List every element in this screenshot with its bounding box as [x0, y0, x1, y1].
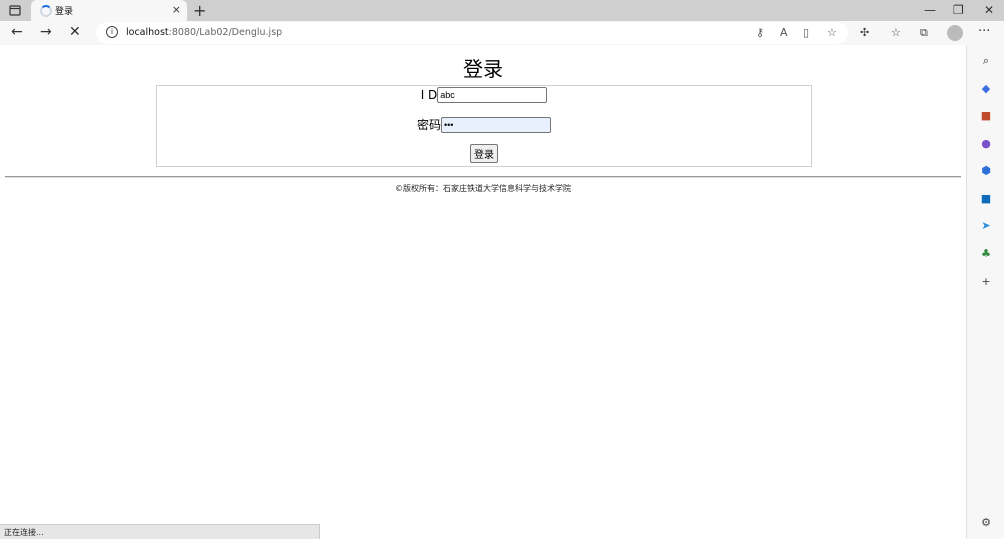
key-icon[interactable]: ⚷	[756, 26, 764, 39]
minimize-icon[interactable]: —	[924, 3, 936, 17]
tab-strip: 登录 × + — ❐ ✕	[0, 0, 1004, 21]
extensions-icon[interactable]: ✣	[860, 26, 869, 39]
favorites-icon[interactable]: ☆	[891, 26, 901, 39]
tab-active[interactable]: 登录 ×	[31, 0, 187, 21]
forward-icon[interactable]: →	[40, 24, 52, 40]
add-icon[interactable]: +	[979, 275, 993, 289]
office-icon[interactable]: ⬢	[979, 164, 993, 178]
split-screen-icon[interactable]: ▯	[803, 26, 809, 39]
person-icon[interactable]: ●	[979, 137, 993, 151]
copyright-text: ©版权所有：石家庄铁道大学信息科学与技术学院	[395, 184, 571, 193]
outlook-icon[interactable]: ■	[979, 192, 993, 206]
restore-icon[interactable]: ❐	[953, 3, 964, 17]
url-text[interactable]: localhost:8080/Lab02/Denglu.jsp	[126, 27, 282, 38]
stop-loading-icon[interactable]: ✕	[69, 24, 81, 40]
search-icon[interactable]: ⌕	[979, 54, 993, 68]
settings-icon[interactable]: ⚙	[979, 516, 993, 530]
new-tab-icon[interactable]: +	[193, 1, 206, 20]
page-content: 登录 I D 密码 登录 ©版权所有：石家庄铁道大学信息科学与技术学院	[0, 45, 966, 539]
button-row: 登录	[157, 144, 811, 163]
password-input[interactable]	[441, 116, 551, 133]
profile-avatar[interactable]	[947, 25, 963, 41]
tag-icon[interactable]: ◆	[979, 82, 993, 96]
briefcase-icon[interactable]: ■	[979, 109, 993, 123]
tree-icon[interactable]: ♣	[979, 247, 993, 261]
id-row: I D	[157, 87, 811, 103]
password-label: 密码	[416, 118, 441, 132]
collections-icon[interactable]: ⧉	[920, 26, 928, 40]
tab-title: 登录	[55, 7, 74, 17]
add-favorite-icon[interactable]: ☆	[827, 26, 837, 39]
id-label: I D	[420, 88, 438, 102]
url-host: localhost	[126, 27, 169, 38]
divider	[5, 176, 961, 178]
page-title: 登录	[463, 57, 503, 81]
address-bar[interactable]: i localhost:8080/Lab02/Denglu.jsp ⚷ A ▯ …	[96, 22, 848, 44]
id-input[interactable]	[437, 87, 548, 103]
send-icon[interactable]: ➤	[979, 219, 993, 233]
read-aloud-icon[interactable]: A	[780, 26, 788, 39]
browser-toolbar: ← → ✕ i localhost:8080/Lab02/Denglu.jsp …	[0, 21, 1004, 46]
loading-spinner-icon	[40, 5, 52, 17]
login-form: I D 密码 登录	[156, 85, 812, 167]
site-info-icon[interactable]: i	[106, 26, 118, 38]
back-icon[interactable]: ←	[11, 24, 23, 40]
tab-actions-icon[interactable]	[6, 3, 24, 19]
window-close-icon[interactable]: ✕	[984, 3, 994, 17]
login-button[interactable]: 登录	[470, 144, 498, 163]
url-path: :8080/Lab02/Denglu.jsp	[168, 27, 283, 38]
edge-sidebar: ⌕ ◆ ■ ● ⬢ ■ ➤ ♣ + ⚙	[966, 45, 1004, 539]
status-bar: 正在连接...	[0, 524, 320, 539]
more-menu-icon[interactable]: ···	[978, 24, 990, 39]
password-row: 密码	[157, 116, 811, 133]
tab-close-icon[interactable]: ×	[172, 3, 181, 16]
